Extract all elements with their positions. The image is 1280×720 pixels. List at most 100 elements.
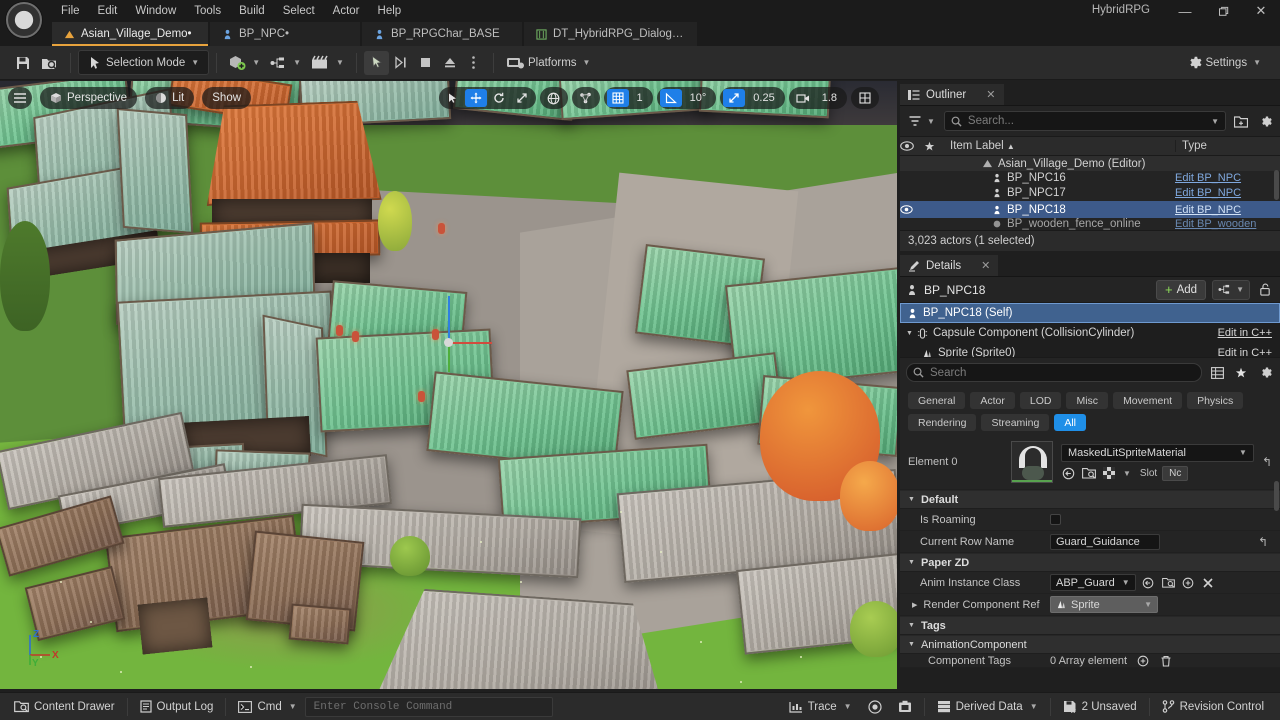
category-streaming[interactable]: Streaming	[981, 414, 1050, 431]
details-settings-icon[interactable]	[1256, 364, 1274, 382]
edit-in-cpp-link[interactable]: Edit in C++	[1218, 327, 1280, 339]
property-row-anim-instance-class[interactable]: Anim Instance Class ABP_Guard ▼	[900, 572, 1280, 594]
section-paper-zd[interactable]: ▼ Paper ZD	[900, 553, 1280, 572]
outliner-row-bp-wooden-fence[interactable]: BP_wooden_fence_online Edit BP_wooden	[900, 218, 1280, 230]
component-row-capsule[interactable]: ▼ Capsule Component (CollisionCylinder) …	[900, 323, 1280, 343]
select-tool-icon[interactable]	[442, 89, 464, 107]
details-scrollbar[interactable]	[1274, 481, 1279, 511]
new-asset-icon[interactable]	[1181, 575, 1196, 590]
menu-window[interactable]: Window	[126, 2, 185, 20]
rotate-tool-icon[interactable]	[488, 89, 510, 107]
tab-dt-hybridrpg-dialog[interactable]: DT_HybridRPG_Dialog…	[524, 22, 698, 46]
trace-button[interactable]: Trace ▼	[781, 696, 860, 718]
blueprints-button[interactable]: ▼	[265, 51, 306, 75]
anim-instance-class-dropdown[interactable]: ABP_Guard ▼	[1050, 574, 1136, 591]
expander-icon[interactable]: ▶	[912, 601, 917, 609]
play-button[interactable]	[363, 50, 389, 75]
delete-icon[interactable]	[1158, 654, 1173, 667]
unreal-logo-icon[interactable]	[6, 2, 42, 38]
outliner-search-input[interactable]: Search... ▼	[943, 111, 1226, 131]
property-row-render-component-ref[interactable]: ▶ Render Component Ref Sprite ▼	[900, 594, 1280, 616]
console-command-input[interactable]: Enter Console Command	[304, 696, 553, 717]
outliner-row-bp-npc16[interactable]: BP_NPC16 Edit BP_NPC	[900, 171, 1280, 184]
settings-button[interactable]: Settings ▼	[1182, 51, 1266, 75]
chevron-down-icon[interactable]: ▼	[1123, 469, 1131, 478]
close-icon[interactable]: ✕	[981, 259, 990, 272]
category-movement[interactable]: Movement	[1113, 392, 1183, 409]
scale-snap-value[interactable]: 0.25	[746, 92, 781, 104]
details-columns-icon[interactable]	[1208, 364, 1226, 382]
level-viewport[interactable]: Perspective Lit Show 1 10° 0.25 1.8 Z X …	[0, 81, 897, 689]
outliner-row-type[interactable]: Edit BP_NPC	[1175, 187, 1280, 199]
output-log-button[interactable]: Output Log	[132, 696, 222, 718]
grid-snap-icon[interactable]	[606, 89, 629, 107]
menu-tools[interactable]: Tools	[185, 2, 230, 20]
material-thumbnail[interactable]	[1011, 441, 1053, 483]
outliner-row-bp-npc17[interactable]: BP_NPC17 Edit BP_NPC	[900, 184, 1280, 201]
menu-actor[interactable]: Actor	[324, 2, 369, 20]
stop-button[interactable]	[414, 51, 438, 75]
trace-record-button[interactable]	[860, 696, 890, 718]
tab-asian-village-demo[interactable]: Asian_Village_Demo•	[52, 22, 208, 46]
expander-icon[interactable]: ▼	[908, 622, 915, 629]
more-options-button[interactable]	[462, 51, 486, 75]
maximize-button[interactable]	[1204, 0, 1242, 22]
item-label-column[interactable]: Item Label ▲	[944, 140, 1175, 152]
is-roaming-checkbox[interactable]	[1050, 514, 1061, 525]
cmd-selector-button[interactable]: Cmd ▼	[230, 696, 304, 718]
category-misc[interactable]: Misc	[1066, 392, 1109, 409]
grid-snap-value[interactable]: 1	[630, 92, 650, 104]
expander-icon[interactable]: ▼	[908, 641, 915, 648]
edit-in-cpp-text[interactable]: Edit in C++	[1218, 347, 1280, 357]
menu-edit[interactable]: Edit	[89, 2, 127, 20]
close-icon[interactable]: ✕	[986, 88, 995, 101]
category-physics[interactable]: Physics	[1187, 392, 1244, 409]
outliner-scrollbar[interactable]	[1274, 170, 1279, 200]
add-component-button[interactable]: + Add	[1156, 279, 1207, 300]
outliner-filter-button[interactable]: ▼	[906, 113, 938, 129]
viewport-layouts-icon[interactable]	[854, 89, 876, 107]
minimize-button[interactable]: —	[1166, 0, 1204, 22]
outliner-new-folder-icon[interactable]	[1232, 112, 1250, 130]
category-all[interactable]: All	[1054, 414, 1086, 431]
cinematics-button[interactable]: ▼	[306, 51, 349, 75]
expander-icon[interactable]: ▼	[908, 496, 915, 503]
material-slot-options-icon[interactable]	[1101, 466, 1116, 481]
menu-file[interactable]: File	[52, 2, 89, 20]
derived-data-button[interactable]: Derived Data ▼	[929, 696, 1046, 718]
tab-bp-npc[interactable]: BP_NPC•	[210, 22, 360, 46]
outliner-row-level[interactable]: Asian_Village_Demo (Editor)	[900, 156, 1280, 171]
outliner-row-type[interactable]: Edit BP_NPC	[1175, 204, 1280, 216]
component-row-self[interactable]: BP_NPC18 (Self)	[900, 303, 1280, 323]
expander-icon[interactable]: ▼	[908, 559, 915, 566]
revert-icon[interactable]: ↰	[1262, 455, 1272, 469]
angle-snap-icon[interactable]	[659, 89, 682, 107]
details-search-input[interactable]: Search	[906, 363, 1202, 382]
menu-help[interactable]: Help	[369, 2, 411, 20]
property-row-is-roaming[interactable]: Is Roaming	[900, 509, 1280, 531]
add-actor-button[interactable]: ▼	[224, 51, 265, 75]
expander-icon[interactable]: ▼	[906, 330, 913, 337]
material-dropdown[interactable]: MaskedLitSpriteMaterial ▼	[1061, 443, 1254, 462]
details-favorites-icon[interactable]	[1232, 364, 1250, 382]
add-icon[interactable]	[1135, 654, 1150, 667]
use-selected-asset-icon[interactable]	[1141, 575, 1156, 590]
property-row-current-row-name[interactable]: Current Row Name Guard_Guidance ↰	[900, 531, 1280, 553]
revert-icon[interactable]: ↰	[1258, 535, 1280, 549]
browse-icon[interactable]	[36, 51, 63, 75]
section-tags[interactable]: ▼ Tags	[900, 616, 1280, 635]
browse-to-asset-icon[interactable]	[1081, 466, 1096, 481]
panel-tab-details[interactable]: Details ✕	[900, 255, 999, 276]
save-icon[interactable]	[10, 51, 36, 75]
component-options-button[interactable]: ▼	[1212, 279, 1250, 300]
visibility-column-icon[interactable]	[900, 141, 924, 151]
selection-mode-button[interactable]: Selection Mode ▼	[78, 50, 210, 75]
skip-button[interactable]	[389, 51, 414, 75]
angle-snap-value[interactable]: 10°	[683, 92, 714, 104]
surface-snap-icon[interactable]	[575, 89, 597, 107]
component-row-sprite[interactable]: Sprite (Sprite0) Edit in C++	[900, 343, 1280, 357]
section-default[interactable]: ▼ Default	[900, 490, 1280, 509]
panel-tab-outliner[interactable]: Outliner ✕	[900, 84, 1004, 105]
tab-bp-rpgchar-base[interactable]: BP_RPGChar_BASE	[362, 22, 522, 46]
type-column[interactable]: Type	[1175, 140, 1280, 152]
